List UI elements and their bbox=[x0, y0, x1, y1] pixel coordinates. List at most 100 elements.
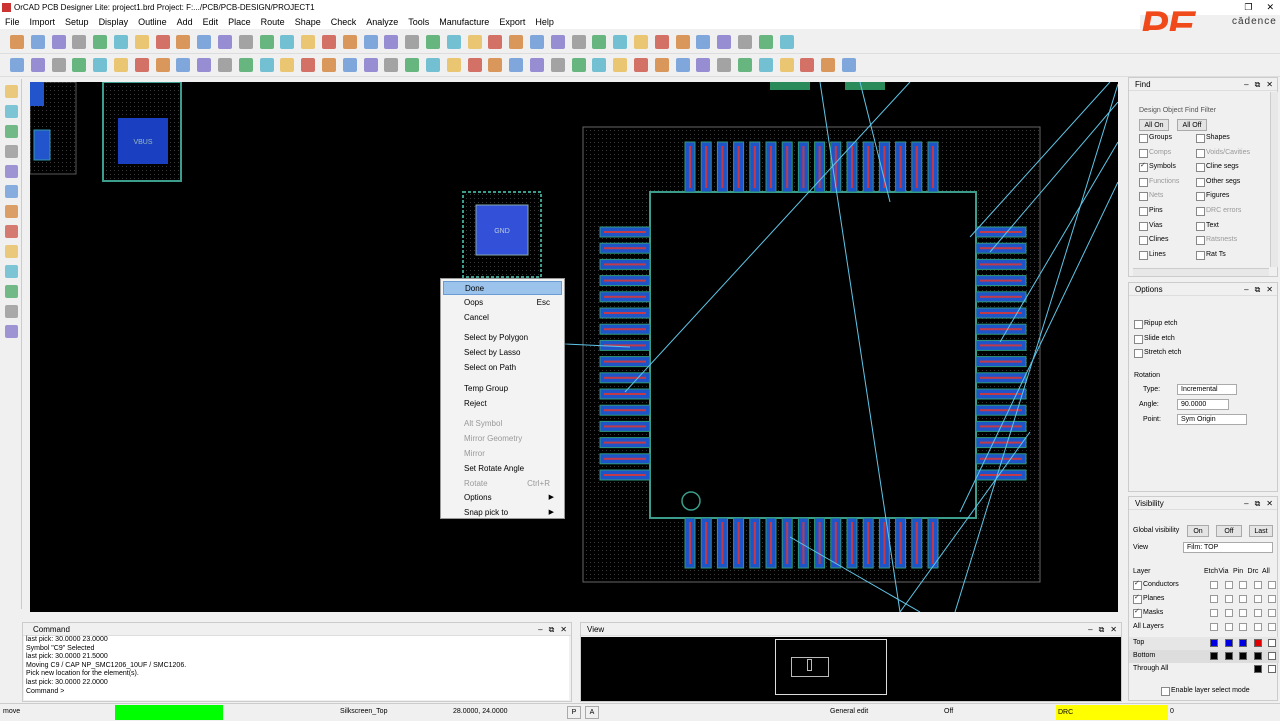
toolbar-tool-icon[interactable] bbox=[134, 35, 149, 49]
layer-visibility-checkbox[interactable] bbox=[1268, 581, 1276, 589]
toolbar-tool-icon[interactable] bbox=[426, 35, 440, 49]
status-drc-indicator[interactable]: DRC bbox=[1056, 705, 1168, 720]
find-filter-comps[interactable]: Comps bbox=[1139, 148, 1171, 158]
close-icon[interactable]: ✕ bbox=[1266, 283, 1273, 296]
enable-layer-select-checkbox[interactable]: Enable layer select mode bbox=[1161, 686, 1250, 696]
left-tool-icon[interactable] bbox=[5, 325, 18, 338]
toolbar-tool-icon[interactable] bbox=[738, 35, 752, 49]
menu-add[interactable]: Add bbox=[172, 15, 198, 29]
find-hscrollbar[interactable] bbox=[1133, 268, 1269, 276]
menu-setup[interactable]: Setup bbox=[60, 15, 94, 29]
menu-edit[interactable]: Edit bbox=[198, 15, 224, 29]
find-filter-pins[interactable]: Pins bbox=[1139, 206, 1163, 216]
command-log[interactable]: last pick: 30.0000 23.0000 Symbol "C9" Se… bbox=[24, 636, 569, 700]
toolbar-tool-icon[interactable] bbox=[634, 58, 648, 72]
menu-item-set-rotate-angle[interactable]: Set Rotate Angle bbox=[443, 462, 562, 476]
layer-color-swatch[interactable] bbox=[1239, 639, 1247, 647]
toolbar-tool-icon[interactable] bbox=[238, 35, 253, 49]
find-filter-shapes[interactable]: Shapes bbox=[1196, 133, 1230, 143]
menu-item-options[interactable]: Options ▶ bbox=[443, 491, 562, 505]
layer-visibility-checkbox[interactable] bbox=[1239, 595, 1247, 603]
visibility-on-button[interactable]: On bbox=[1187, 525, 1209, 537]
toolbar-tool-icon[interactable] bbox=[280, 35, 295, 49]
toolbar-tool-icon[interactable] bbox=[550, 58, 565, 72]
visibility-off-button[interactable]: Off bbox=[1216, 525, 1242, 537]
toolbar-tool-icon[interactable] bbox=[509, 58, 524, 72]
menu-file[interactable]: File bbox=[0, 15, 25, 29]
layer-visibility-checkbox[interactable] bbox=[1268, 595, 1276, 603]
toolbar-tool-icon[interactable] bbox=[800, 58, 815, 72]
find-filter-functions[interactable]: Functions bbox=[1139, 177, 1179, 187]
layer-color-swatch[interactable] bbox=[1210, 639, 1218, 647]
layer-visibility-checkbox[interactable] bbox=[1239, 609, 1247, 617]
left-tool-icon[interactable] bbox=[5, 185, 18, 198]
left-tool-icon[interactable] bbox=[5, 205, 18, 218]
toolbar-tool-icon[interactable] bbox=[72, 58, 87, 72]
menu-check[interactable]: Check bbox=[326, 15, 362, 29]
close-icon[interactable]: ✕ bbox=[1266, 497, 1273, 510]
layer-visibility-checkbox[interactable] bbox=[1239, 581, 1247, 589]
toolbar-tool-icon[interactable] bbox=[322, 58, 336, 72]
menu-item-oops[interactable]: Oops Esc bbox=[443, 296, 562, 310]
menu-item-snap-pick-to[interactable]: Snap pick to ▶ bbox=[443, 506, 562, 520]
left-tool-icon[interactable] bbox=[5, 145, 18, 158]
toolbar-tool-icon[interactable] bbox=[530, 58, 544, 72]
toolbar-tool-icon[interactable] bbox=[238, 58, 253, 72]
find-filter-lines[interactable]: Lines bbox=[1139, 250, 1166, 260]
find-scrollbar[interactable] bbox=[1270, 92, 1278, 267]
layer-color-swatch[interactable] bbox=[1253, 639, 1262, 647]
toolbar-tool-icon[interactable] bbox=[280, 58, 295, 72]
toolbar-tool-icon[interactable] bbox=[592, 58, 607, 72]
toolbar-tool-icon[interactable] bbox=[779, 58, 794, 72]
find-filter-voids-cavities[interactable]: Voids/Cavities bbox=[1196, 148, 1250, 158]
layer-visibility-checkbox[interactable] bbox=[1210, 609, 1218, 617]
toolbar-tool-icon[interactable] bbox=[342, 58, 357, 72]
left-tool-icon[interactable] bbox=[5, 125, 18, 138]
find-filter-vias[interactable]: Vias bbox=[1139, 221, 1163, 231]
toolbar-tool-icon[interactable] bbox=[72, 35, 87, 49]
toolbar-tool-icon[interactable] bbox=[93, 58, 108, 72]
find-filter-rat-ts[interactable]: Rat Ts bbox=[1196, 250, 1226, 260]
toolbar-tool-icon[interactable] bbox=[363, 35, 378, 49]
menu-item-select-on-path[interactable]: Select on Path bbox=[443, 361, 562, 375]
toolbar-tool-icon[interactable] bbox=[613, 35, 628, 49]
left-tool-icon[interactable] bbox=[5, 85, 18, 98]
menu-tools[interactable]: Tools bbox=[403, 15, 434, 29]
layer-visibility-checkbox[interactable] bbox=[1268, 609, 1276, 617]
restore-icon[interactable]: ❐ bbox=[1244, 0, 1252, 15]
visibility-last-button[interactable]: Last bbox=[1249, 525, 1273, 537]
layer-visibility-checkbox[interactable] bbox=[1268, 623, 1276, 631]
toolbar-tool-icon[interactable] bbox=[738, 58, 752, 72]
toolbar-tool-icon[interactable] bbox=[155, 58, 170, 72]
toolbar-tool-icon[interactable] bbox=[384, 58, 399, 72]
layer-all-layers[interactable]: All Layers bbox=[1133, 622, 1164, 632]
toolbar-tool-icon[interactable] bbox=[405, 58, 420, 72]
menu-place[interactable]: Place bbox=[223, 15, 256, 29]
find-filter-cline-segs[interactable]: Cline segs bbox=[1196, 162, 1239, 173]
toolbar-tool-icon[interactable] bbox=[779, 35, 794, 49]
toolbar-tool-icon[interactable] bbox=[446, 58, 461, 72]
close-icon[interactable]: ✕ bbox=[560, 623, 567, 636]
toolbar-tool-icon[interactable] bbox=[488, 35, 503, 49]
menu-item-select-by-lasso[interactable]: Select by Lasso bbox=[443, 346, 562, 360]
view-select[interactable]: Film: TOP bbox=[1183, 542, 1273, 553]
layer-visibility-checkbox[interactable] bbox=[1224, 609, 1233, 617]
menu-import[interactable]: Import bbox=[25, 15, 61, 29]
toolbar-tool-icon[interactable] bbox=[259, 35, 274, 49]
ripup-etch-checkbox[interactable]: Ripup etch bbox=[1134, 319, 1177, 329]
toolbar-tool-icon[interactable] bbox=[654, 58, 669, 72]
menu-analyze[interactable]: Analyze bbox=[361, 15, 403, 29]
layer-color-swatch[interactable] bbox=[1239, 652, 1247, 660]
minimize-icon[interactable]: – bbox=[1244, 283, 1248, 296]
toolbar-tool-icon[interactable] bbox=[10, 58, 24, 72]
menu-manufacture[interactable]: Manufacture bbox=[434, 15, 494, 29]
menu-route[interactable]: Route bbox=[256, 15, 290, 29]
layer-visibility-checkbox[interactable] bbox=[1224, 581, 1233, 589]
menu-item-select-by-polygon[interactable]: Select by Polygon bbox=[443, 331, 562, 345]
left-tool-icon[interactable] bbox=[5, 245, 18, 258]
layer-color-swatch[interactable] bbox=[1268, 639, 1276, 647]
minimize-icon[interactable]: – bbox=[1244, 497, 1248, 510]
toolbar-tool-icon[interactable] bbox=[550, 35, 565, 49]
layer-visibility-checkbox[interactable] bbox=[1253, 623, 1262, 631]
minimize-icon[interactable]: – bbox=[1088, 623, 1092, 636]
